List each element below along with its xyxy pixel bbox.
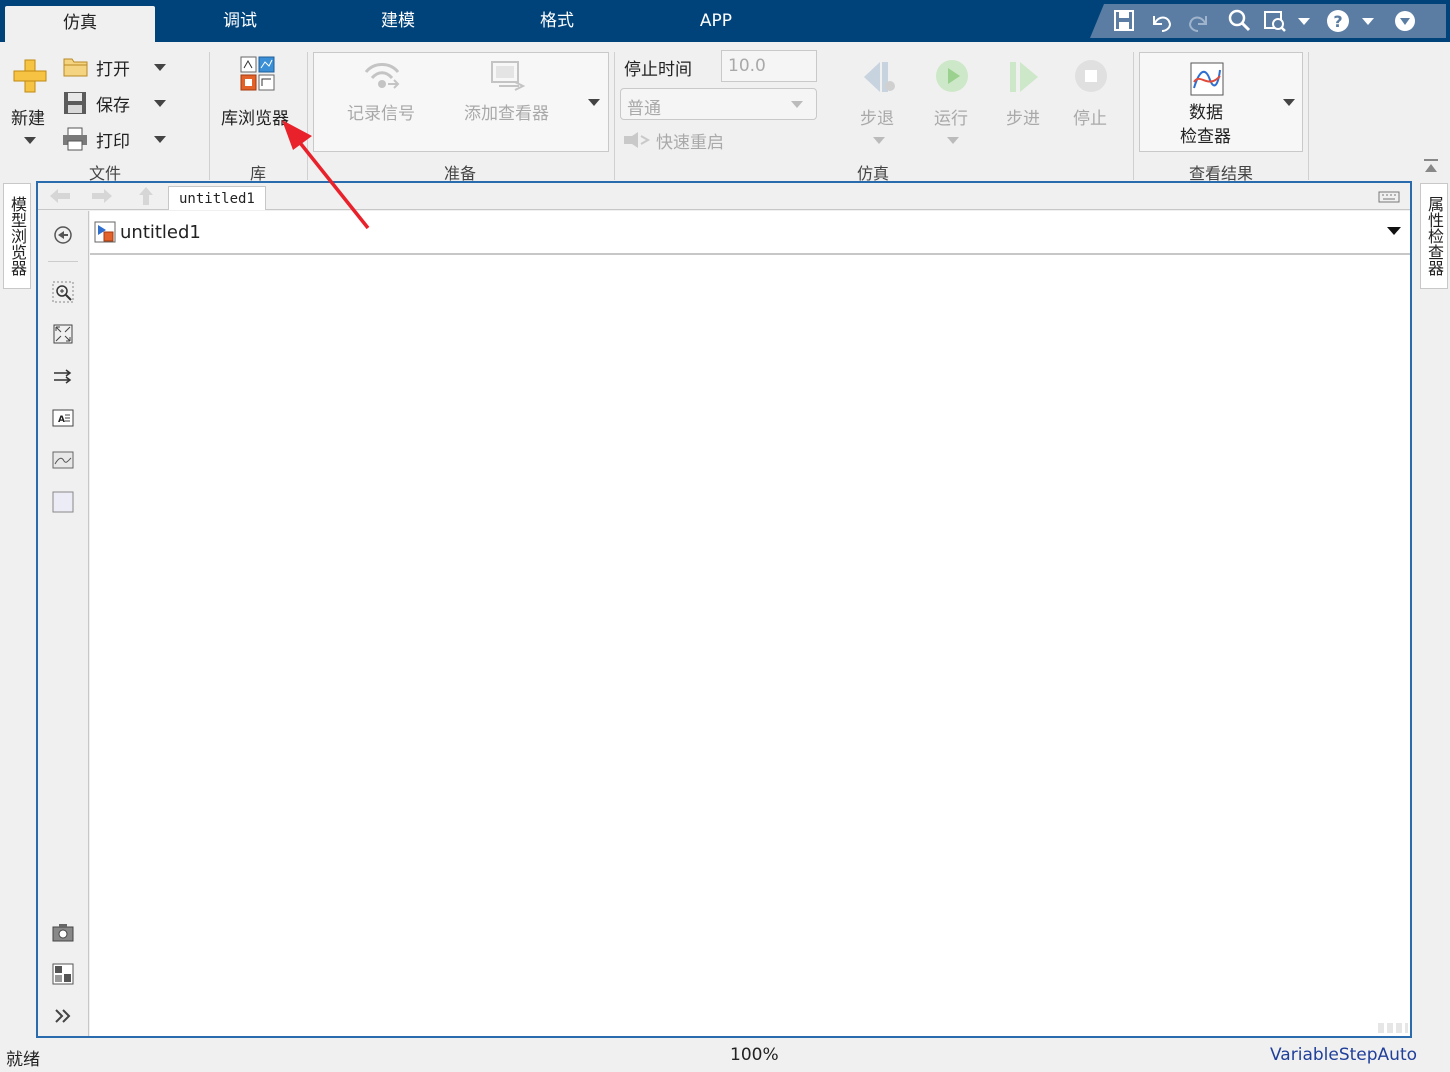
log-signals-icon <box>364 63 400 89</box>
add-viewer-icon <box>491 61 526 91</box>
save-button[interactable]: 保存 <box>96 91 130 116</box>
property-inspector-tab[interactable]: 属性检查器 <box>1420 183 1448 289</box>
group-separator <box>614 52 615 180</box>
log-signals-button[interactable]: 记录信号 <box>347 99 415 124</box>
status-bar: 就绪 100% VariableStepAuto <box>0 1040 1450 1072</box>
chevron-down-icon[interactable] <box>154 64 166 71</box>
redo-icon[interactable] <box>1186 4 1212 38</box>
collapse-icon[interactable] <box>1392 4 1418 38</box>
data-inspector-label-line2[interactable]: 检查器 <box>1180 122 1231 147</box>
new-icon[interactable] <box>12 58 48 94</box>
breadcrumb[interactable]: untitled1 <box>168 186 266 210</box>
simulation-mode-select[interactable]: 普通 <box>620 88 817 120</box>
run-icon <box>936 60 968 92</box>
editor-nav-bar: untitled1 <box>38 183 1410 210</box>
save-icon[interactable] <box>1112 4 1136 38</box>
fit-to-view-icon[interactable] <box>52 323 74 345</box>
left-side-rail: 模型浏览器 <box>0 181 33 1041</box>
fast-restart-icon <box>624 132 650 148</box>
print-icon[interactable] <box>62 127 88 151</box>
right-side-rail: 属性检查器 <box>1417 181 1450 1041</box>
group-separator <box>209 52 210 180</box>
chevron-down-icon[interactable] <box>1296 4 1312 38</box>
search-icon[interactable] <box>1226 4 1252 38</box>
zoom-level[interactable]: 100% <box>730 1045 779 1065</box>
print-button[interactable]: 打印 <box>96 127 130 152</box>
model-icon <box>94 221 116 243</box>
data-inspector-icon[interactable] <box>1190 62 1224 96</box>
tab-format[interactable]: 格式 <box>482 0 632 42</box>
svg-text:A: A <box>58 415 65 425</box>
model-address-bar: untitled1 <box>90 211 1410 255</box>
solver-link[interactable]: VariableStepAuto <box>1270 1045 1417 1065</box>
find-icon[interactable] <box>1262 4 1288 38</box>
chevron-down-icon[interactable] <box>1386 225 1402 237</box>
camera-icon[interactable] <box>52 921 74 943</box>
chevron-down-icon <box>947 137 959 144</box>
chevron-down-icon[interactable] <box>24 137 36 144</box>
chevron-down-icon[interactable] <box>1360 4 1376 38</box>
help-icon[interactable]: ? <box>1324 4 1352 38</box>
step-forward-icon <box>1010 62 1038 92</box>
area-icon[interactable] <box>52 491 74 513</box>
ribbon-tab-bar: 仿真 调试 建模 格式 APP ? <box>0 0 1450 42</box>
editor-palette: A <box>38 211 89 1036</box>
svg-text:?: ? <box>1333 12 1342 31</box>
tab-simulation[interactable]: 仿真 <box>5 6 155 42</box>
step-forward-button[interactable]: 步进 <box>1006 104 1040 129</box>
palette-divider <box>48 261 78 262</box>
back-icon[interactable] <box>48 188 72 204</box>
model-editor: untitled1 A untitled1 <box>36 181 1412 1038</box>
library-browser-icon[interactable] <box>240 56 276 92</box>
chevron-down-icon[interactable] <box>154 100 166 107</box>
keyboard-icon[interactable] <box>1378 191 1400 203</box>
step-back-button[interactable]: 步退 <box>860 104 894 129</box>
zoom-in-icon[interactable] <box>52 281 74 303</box>
stop-button[interactable]: 停止 <box>1073 104 1107 129</box>
ribbon-toolstrip: 新建 打开 保存 打印 文件 库浏览器 库 记录信号 添加查看器 准备 停止时间… <box>0 42 1450 183</box>
tab-apps[interactable]: APP <box>641 0 791 42</box>
add-viewer-button[interactable]: 添加查看器 <box>464 99 549 124</box>
group-separator <box>1308 52 1309 180</box>
up-icon[interactable] <box>138 186 154 206</box>
annotation-icon[interactable]: A <box>52 407 74 429</box>
new-button[interactable]: 新建 <box>11 104 45 129</box>
stop-icon <box>1075 60 1107 92</box>
forward-icon[interactable] <box>90 188 114 204</box>
step-back-icon <box>864 62 895 92</box>
resize-grip[interactable] <box>1378 1023 1408 1033</box>
undo-icon[interactable] <box>1148 4 1174 38</box>
model-canvas[interactable]: untitled1 <box>90 211 1410 1036</box>
save-icon[interactable] <box>63 91 87 115</box>
library-browser-button[interactable]: 库浏览器 <box>221 104 289 129</box>
stop-time-label: 停止时间 <box>624 60 692 80</box>
signal-line-icon[interactable] <box>52 365 74 387</box>
collapse-ribbon-icon[interactable] <box>1423 158 1439 174</box>
fast-restart-button[interactable]: 快速重启 <box>656 128 724 153</box>
double-chevron-right-icon[interactable] <box>52 1005 74 1027</box>
tab-modeling[interactable]: 建模 <box>323 0 473 42</box>
chevron-down-icon[interactable] <box>154 136 166 143</box>
status-text: 就绪 <box>6 1050 40 1070</box>
chevron-down-icon[interactable] <box>1283 99 1295 106</box>
chevron-down-icon <box>791 101 803 108</box>
data-inspector-label-line1[interactable]: 数据 <box>1189 98 1223 123</box>
chevron-down-icon[interactable] <box>588 99 600 106</box>
hide-show-palette-icon[interactable] <box>52 224 74 246</box>
group-separator <box>307 52 308 180</box>
stop-time-input[interactable]: 10.0 <box>721 50 817 82</box>
model-path-label[interactable]: untitled1 <box>120 222 201 243</box>
chevron-down-icon <box>873 137 885 144</box>
open-icon[interactable] <box>63 56 89 78</box>
tab-debug[interactable]: 调试 <box>165 0 315 42</box>
quick-access-toolbar: ? <box>1090 4 1446 38</box>
run-button[interactable]: 运行 <box>934 104 968 129</box>
group-separator <box>1133 52 1134 180</box>
image-icon[interactable] <box>52 449 74 471</box>
model-explorer-icon[interactable] <box>52 963 74 985</box>
open-button[interactable]: 打开 <box>96 55 130 80</box>
model-browser-tab[interactable]: 模型浏览器 <box>3 183 31 289</box>
